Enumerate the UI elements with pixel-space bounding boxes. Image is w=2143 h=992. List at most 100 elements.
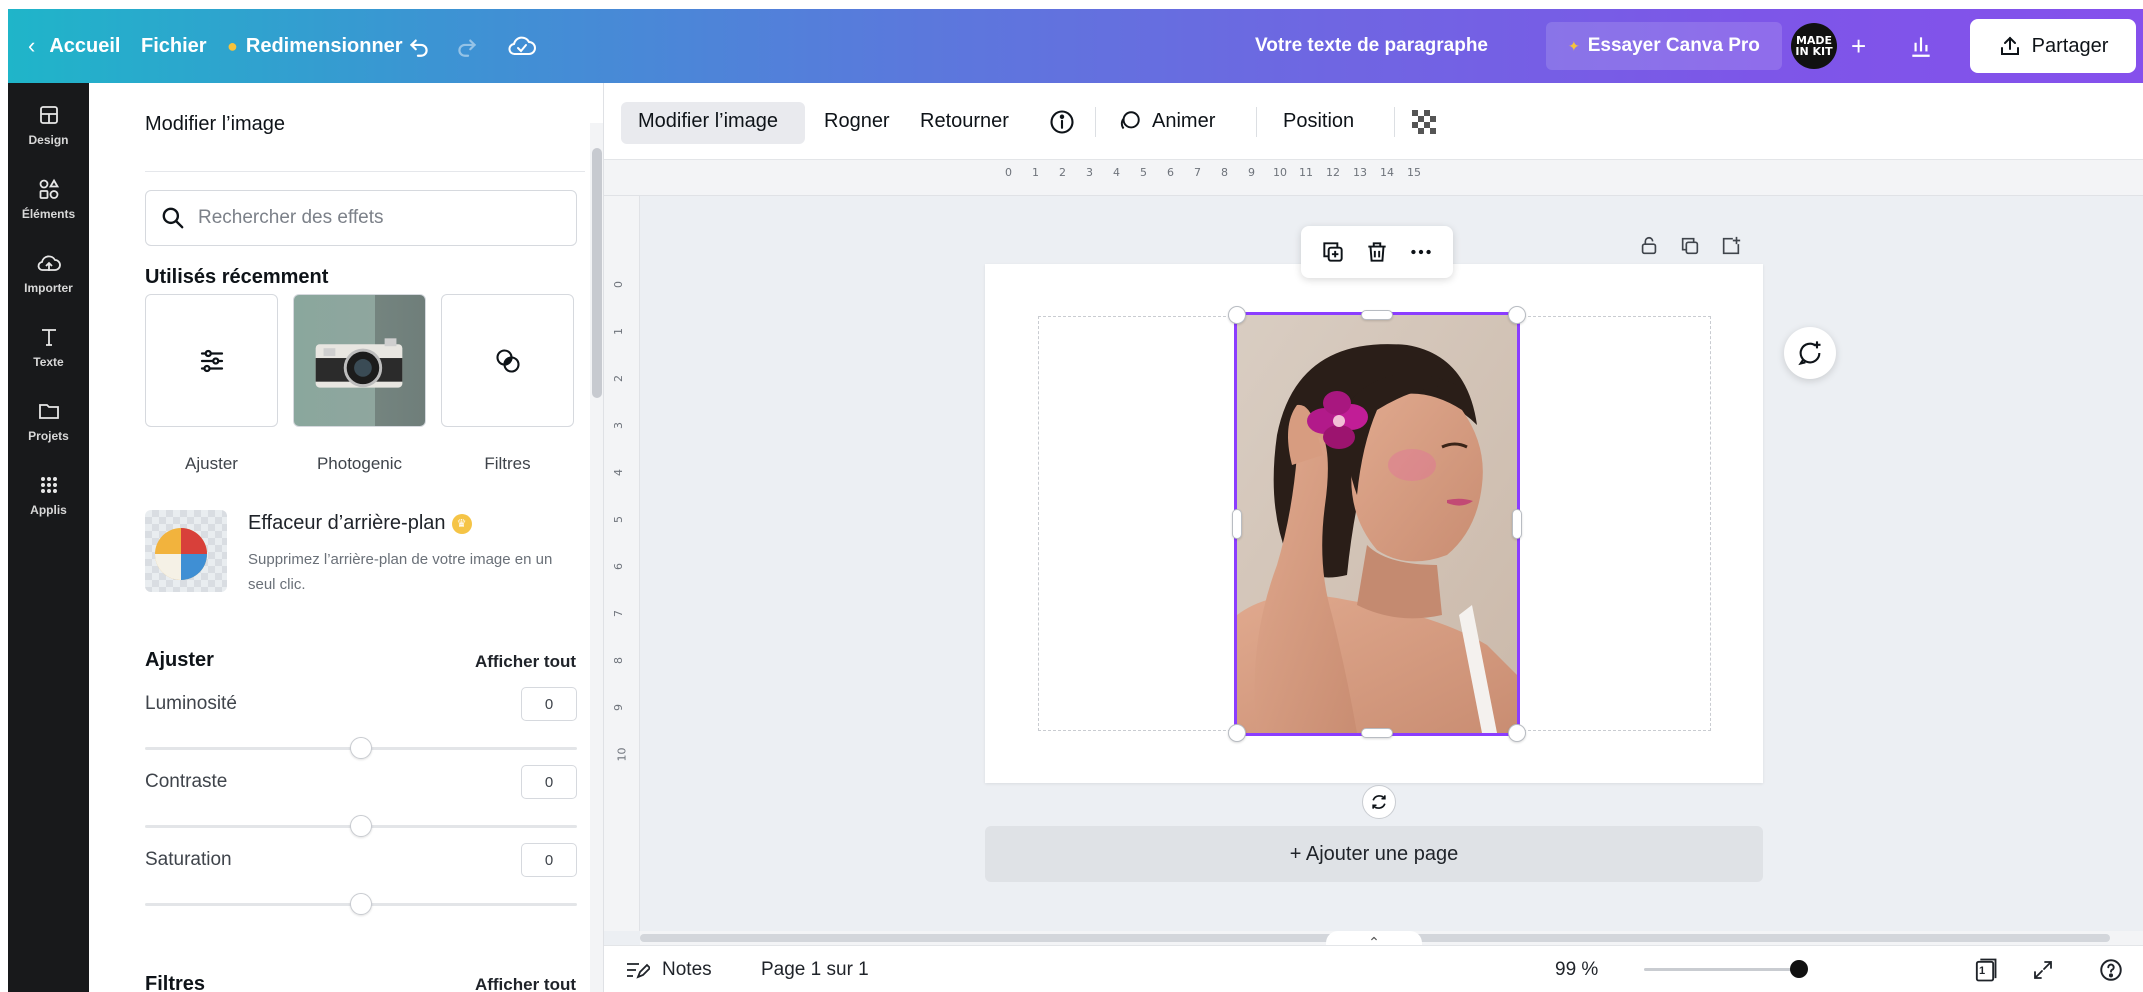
try-pro-button[interactable]: ✦ Essayer Canva Pro	[1546, 22, 1782, 70]
brightness-slider-thumb[interactable]	[350, 737, 372, 759]
saturation-slider-thumb[interactable]	[350, 893, 372, 915]
resize-handle-right[interactable]	[1512, 509, 1522, 539]
background-remover-thumbnail[interactable]	[145, 510, 227, 592]
more-horizontal-icon	[1411, 249, 1431, 255]
divider	[1095, 107, 1096, 137]
resize-handle-top[interactable]	[1361, 310, 1393, 320]
contrast-label: Contraste	[145, 771, 228, 792]
portrait-photo	[1237, 315, 1517, 733]
rail-item-elements[interactable]: Éléments	[8, 157, 89, 239]
zoom-percentage[interactable]: 99 %	[1555, 946, 1598, 992]
ruler-tick-label: 15	[1407, 166, 1421, 179]
contrast-value[interactable]: 0	[521, 765, 577, 799]
analytics-button[interactable]	[1908, 9, 1934, 83]
selected-photo[interactable]	[1234, 312, 1520, 736]
filters-see-all-link[interactable]: Afficher tout	[475, 975, 576, 992]
info-button[interactable]	[1048, 83, 1076, 160]
position-button[interactable]: Position	[1283, 83, 1354, 160]
edit-image-panel: Modifier l’image Utilisés récemment Ajus…	[89, 83, 604, 992]
panel-scrollbar-thumb[interactable]	[592, 148, 602, 398]
add-page-button[interactable]: + Ajouter une page	[985, 826, 1763, 882]
redo-button[interactable]	[454, 9, 480, 83]
contrast-slider-thumb[interactable]	[350, 815, 372, 837]
page-count-label: 1	[1979, 964, 1986, 977]
brightness-value[interactable]: 0	[521, 687, 577, 721]
animate-icon	[1120, 110, 1140, 129]
ruler-tick-label: 6	[1167, 166, 1174, 179]
resize-handle-bottom[interactable]	[1361, 728, 1393, 738]
home-label: Accueil	[49, 34, 121, 57]
undo-button[interactable]	[406, 9, 432, 83]
ruler-tick-label: 1	[612, 328, 625, 335]
flip-button[interactable]: Retourner	[920, 83, 1009, 160]
notes-label: Notes	[662, 958, 712, 980]
crown-icon: ✦	[1568, 37, 1580, 54]
cloud-saved-button[interactable]	[507, 9, 537, 83]
panel-scrollbar[interactable]	[590, 123, 603, 992]
left-ruler: 0 1 2 3 4 5 6 7 8 9 10	[604, 196, 640, 931]
resize-handle-top-right[interactable]	[1508, 306, 1526, 324]
zoom-slider-track[interactable]	[1644, 968, 1799, 971]
ruler-tick-label: 7	[612, 610, 625, 617]
crown-icon: ●	[227, 35, 238, 56]
ruler-tick-label: 2	[612, 375, 625, 382]
fullscreen-button[interactable]	[2031, 946, 2055, 992]
avatar[interactable]: MADE IN KIT	[1791, 23, 1837, 69]
sliders-icon	[200, 349, 223, 372]
add-comment-button[interactable]	[1784, 327, 1836, 379]
page-indicator[interactable]: Page 1 sur 1	[761, 946, 869, 992]
rail-item-apps[interactable]: Applis	[8, 453, 89, 535]
rail-item-label: Éléments	[21, 207, 76, 221]
rail-item-text[interactable]: Texte	[8, 305, 89, 387]
cloud-check-icon	[508, 36, 536, 55]
document-title[interactable]: Votre texte de paragraphe	[1255, 9, 1488, 83]
resize-handle-left[interactable]	[1232, 509, 1242, 539]
animate-label: Animer	[1152, 110, 1216, 132]
invite-button[interactable]: +	[1851, 9, 1866, 83]
add-page-icon-button[interactable]	[1716, 231, 1746, 261]
recent-tile-adjust[interactable]	[145, 294, 278, 427]
rail-item-projects[interactable]: Projets	[8, 379, 89, 461]
ruler-tick-label: 13	[1353, 166, 1367, 179]
recent-tile-filters[interactable]	[441, 294, 574, 427]
top-ruler: 0 1 2 3 4 5 6 7 8 9 10 11 12 13 14 15	[604, 160, 2143, 196]
upload-icon	[2000, 36, 2019, 55]
resize-handle-top-left[interactable]	[1228, 306, 1246, 324]
recent-tile-photogenic[interactable]	[293, 294, 426, 427]
share-button[interactable]: Partager	[1970, 19, 2136, 73]
edit-image-button[interactable]: Modifier l’image	[638, 83, 778, 160]
folder-icon	[38, 404, 59, 419]
trash-icon	[1368, 242, 1386, 262]
cloud-upload-icon	[37, 255, 61, 271]
crop-button[interactable]: Rogner	[824, 83, 890, 160]
animate-button[interactable]: Animer	[1116, 83, 1215, 160]
background-remover-title[interactable]: Effaceur d’arrière-plan ♛	[248, 512, 472, 535]
more-options-button[interactable]	[1408, 239, 1434, 265]
rotate-handle[interactable]	[1362, 785, 1396, 819]
transparency-button[interactable]	[1412, 83, 1436, 160]
duplicate-icon	[1681, 237, 1699, 255]
background-remover-title-text: Effaceur d’arrière-plan	[248, 512, 446, 534]
effects-search-box[interactable]	[145, 190, 577, 246]
zoom-slider-thumb[interactable]	[1790, 960, 1808, 978]
layout-icon	[39, 106, 58, 124]
duplicate-page-button[interactable]	[1675, 231, 1705, 261]
share-label: Partager	[2031, 34, 2109, 57]
adjust-see-all-link[interactable]: Afficher tout	[475, 652, 576, 672]
home-button[interactable]: ‹ Accueil	[28, 9, 120, 83]
delete-element-button[interactable]	[1364, 239, 1390, 265]
beach-ball-image	[155, 528, 207, 580]
canva-editor-window: ‹ Accueil Fichier ● Redimensionner Votre…	[8, 9, 2143, 992]
rail-item-design[interactable]: Design	[8, 83, 89, 165]
help-button[interactable]	[2098, 946, 2124, 992]
duplicate-element-button[interactable]	[1320, 239, 1346, 265]
resize-handle-bottom-right[interactable]	[1508, 724, 1526, 742]
notes-button[interactable]: Notes	[624, 946, 712, 992]
lock-page-button[interactable]	[1634, 231, 1664, 261]
resize-handle-bottom-left[interactable]	[1228, 724, 1246, 742]
saturation-value[interactable]: 0	[521, 843, 577, 877]
rail-item-upload[interactable]: Importer	[8, 231, 89, 313]
resize-button[interactable]: ● Redimensionner	[227, 9, 403, 83]
effects-search-input[interactable]	[198, 207, 558, 229]
file-menu-button[interactable]: Fichier	[141, 9, 207, 83]
